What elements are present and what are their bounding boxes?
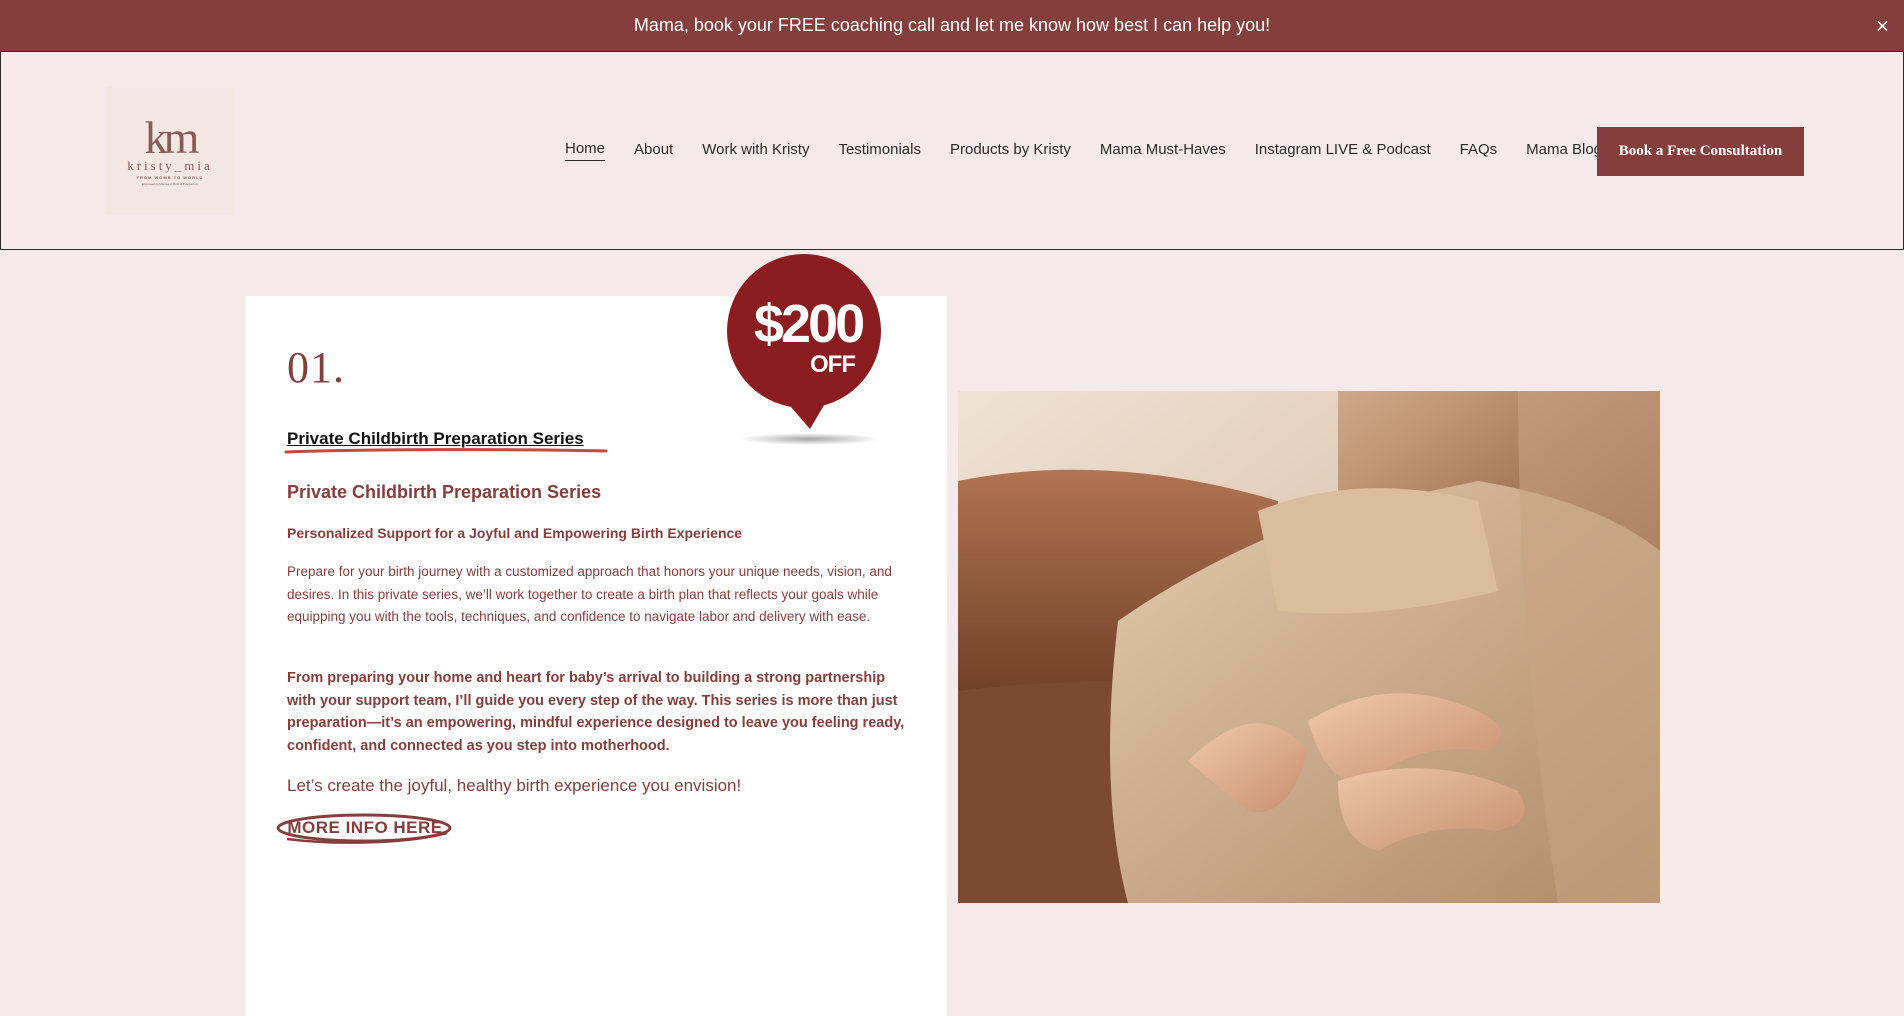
main-nav: Home About Work with Kristy Testimonials… [565, 140, 1631, 161]
announcement-bar[interactable]: Mama, book your FREE coaching call and l… [0, 0, 1904, 51]
logo-mark: km [144, 111, 200, 163]
service-heading: Private Childbirth Preparation Series [287, 482, 602, 502]
service-subheading: Personalized Support for a Joyful and Em… [287, 525, 743, 541]
nav-item-products[interactable]: Products by Kristy [950, 141, 1071, 161]
pregnancy-photo [958, 391, 1660, 903]
photo-illustration [958, 391, 1660, 903]
nav-item-about[interactable]: About [634, 141, 673, 161]
nav-item-mama-blog[interactable]: Mama Blog [1526, 141, 1602, 161]
site-header: km kristy_mia FROM WOMB TO WORLD Empower… [0, 51, 1904, 250]
badge-off-label: OFF [810, 351, 856, 378]
nav-item-home[interactable]: Home [565, 140, 606, 161]
more-info-link[interactable]: MORE INFO HERE [275, 811, 455, 847]
nav-item-instagram-live-podcast[interactable]: Instagram LIVE & Podcast [1255, 141, 1431, 161]
service-closing-text: Let’s create the joyful, healthy birth e… [287, 776, 742, 795]
logo-subtitle: Empowering Mamas in Birth & Postpartum [141, 181, 199, 186]
nav-item-mama-must-haves[interactable]: Mama Must-Haves [1100, 141, 1226, 161]
nav-item-faqs[interactable]: FAQs [1460, 141, 1498, 161]
card-number: 01. [287, 343, 345, 392]
site-logo[interactable]: km kristy_mia FROM WOMB TO WORLD Empower… [106, 86, 234, 215]
nav-item-work-with-kristy[interactable]: Work with Kristy [702, 141, 809, 161]
discount-badge: $200 OFF [724, 253, 894, 453]
service-description: Prepare for your birth journey with a cu… [287, 564, 892, 624]
nav-item-testimonials[interactable]: Testimonials [838, 141, 921, 161]
logo-tagline: FROM WOMB TO WORLD [136, 174, 204, 180]
book-consultation-button[interactable]: Book a Free Consultation [1597, 127, 1804, 176]
close-icon[interactable]: × [1875, 15, 1890, 36]
link-underline-decoration [284, 448, 608, 454]
badge-amount: $200 [754, 294, 865, 354]
more-info-label: MORE INFO HERE [287, 818, 443, 837]
logo-name: kristy_mia [127, 157, 213, 173]
service-title-link[interactable]: Private Childbirth Preparation Series [287, 429, 584, 449]
service-bold-description: From preparing your home and heart for b… [287, 670, 905, 754]
announcement-text[interactable]: Mama, book your FREE coaching call and l… [634, 15, 1270, 36]
